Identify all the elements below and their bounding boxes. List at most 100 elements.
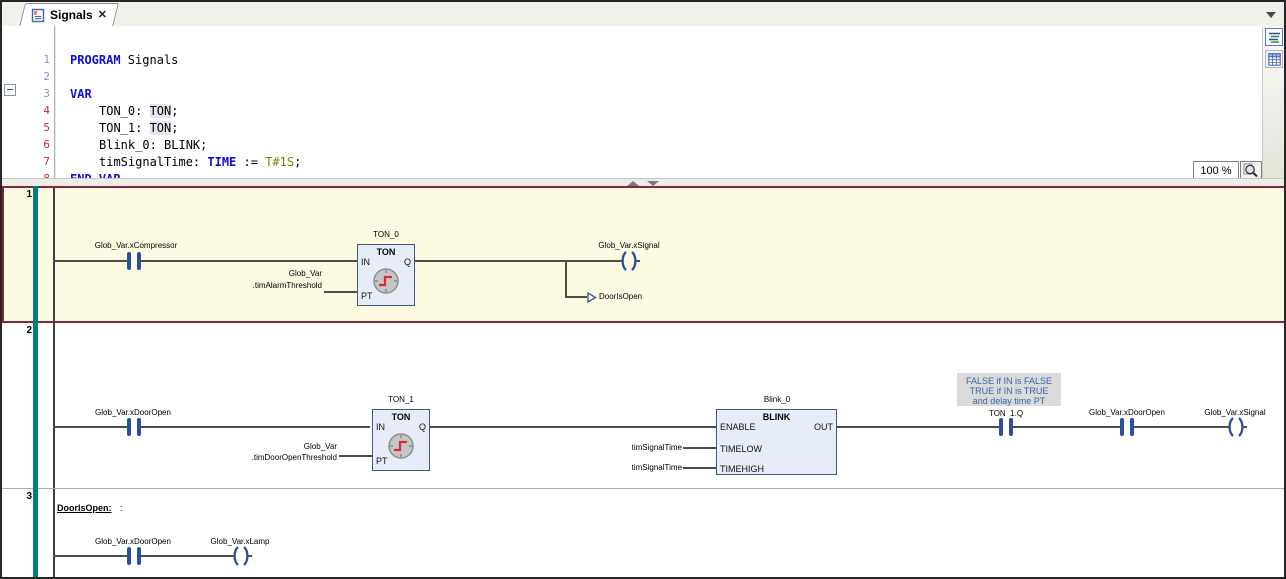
network-3[interactable]: 3 DoorIsOpen: : Glob_Var.xDoorOpen Glob_… — [2, 489, 1284, 577]
block-type-label: TON — [358, 247, 414, 257]
coil-operand[interactable]: Glob_Var.xLamp — [165, 537, 315, 546]
pt-operand-line2[interactable]: .timDoorOpenThreshold — [187, 452, 337, 463]
jump-arrow-icon[interactable] — [587, 292, 597, 303]
pin-in: IN — [376, 422, 385, 432]
collapse-region-icon[interactable] — [4, 84, 16, 96]
blink-block[interactable]: BLINK ENABLE OUT TIMELOW TIMEHIGH — [716, 409, 837, 475]
network-1[interactable]: 1 Glob_Var.xCompressor TON_0 TON IN Q PT — [2, 186, 1284, 323]
coil[interactable] — [1225, 417, 1247, 437]
st-declaration-editor[interactable]: 1 2 3 4 5 6 7 8 PROGRAM Signals VAR TON_… — [2, 26, 1262, 178]
editor-side-toolbar — [1262, 26, 1285, 178]
pin-out: OUT — [814, 422, 833, 432]
tabular-view-button[interactable] — [1265, 50, 1283, 68]
code-line-6: Blink_0: BLINK; — [70, 138, 207, 152]
pou-program-icon — [30, 8, 45, 23]
tab-signals-content[interactable]: Signals ✕ — [26, 4, 107, 26]
contact-operand[interactable]: Glob_Var.xCompressor — [61, 241, 211, 250]
network-2[interactable]: 2 Glob_Var.xDoorOpen TON_1 TON IN Q PT — [2, 323, 1284, 489]
contact[interactable] — [994, 417, 1018, 437]
network-number: 3 — [18, 491, 32, 502]
code-line-5: TON_1: TON; — [70, 121, 179, 135]
wire-segment — [53, 555, 251, 557]
wire-segment — [428, 426, 716, 428]
block-type-label: TON — [373, 412, 429, 422]
ton-block[interactable]: TON IN Q PT — [372, 409, 430, 471]
tooltip-line: and delay time PT — [957, 396, 1061, 406]
text-view-icon — [1268, 31, 1281, 44]
pt-operand-line1[interactable]: Glob_Var — [187, 441, 337, 452]
power-rail — [53, 188, 55, 321]
line-number: 1 — [20, 53, 50, 66]
line-number: 7 — [20, 155, 50, 168]
pin-pt: PT — [376, 456, 388, 466]
wire-segment — [683, 447, 716, 449]
coil-operand[interactable]: Glob_Var.xSignal — [554, 241, 704, 250]
wire-segment — [324, 291, 357, 293]
network-number: 1 — [18, 189, 32, 200]
network-number: 2 — [18, 325, 32, 336]
pt-operand-line1[interactable]: Glob_Var — [172, 268, 322, 279]
pin-pt: PT — [361, 291, 373, 301]
coil[interactable] — [230, 546, 252, 566]
code-line-3: VAR — [70, 87, 92, 101]
table-view-icon — [1268, 53, 1281, 66]
timer-clock-icon — [387, 432, 415, 460]
tooltip: FALSE if IN is FALSE TRUE if IN is TRUE … — [957, 373, 1061, 406]
pin-q: Q — [404, 257, 411, 267]
code-line-4: TON_0: TON; — [70, 104, 179, 118]
jump-target-label[interactable]: DoorIsOpen — [599, 292, 642, 301]
code-line-1: PROGRAM Signals — [70, 53, 178, 67]
contact[interactable] — [122, 251, 146, 271]
contact[interactable] — [122, 546, 146, 566]
line-number: 6 — [20, 138, 50, 151]
textual-view-button[interactable] — [1265, 28, 1283, 46]
pt-operand-line2[interactable]: .timAlarmThreshold — [172, 280, 322, 291]
wire-segment — [837, 426, 1235, 428]
line-number: 3 — [20, 87, 50, 100]
pin-q: Q — [419, 422, 426, 432]
code-line-7: timSignalTime: TIME := T#1S; — [70, 155, 301, 169]
tab-close-icon[interactable]: ✕ — [98, 10, 107, 20]
wire-segment — [53, 426, 370, 428]
tooltip-line: TRUE if IN is TRUE — [957, 386, 1061, 396]
wire-segment — [565, 296, 587, 298]
power-rail — [53, 323, 55, 488]
wire-segment — [683, 467, 716, 469]
line-number-separator — [54, 26, 55, 178]
pin-in: IN — [361, 257, 370, 267]
timelow-operand[interactable]: timSignalTime — [532, 442, 682, 453]
block-instance-name[interactable]: TON_0 — [311, 230, 461, 239]
tab-title: Signals — [50, 8, 93, 22]
timer-clock-icon — [372, 267, 400, 295]
wire-segment — [415, 260, 620, 262]
block-instance-name[interactable]: Blink_0 — [702, 395, 852, 404]
network-jump-label[interactable]: DoorIsOpen: — [57, 503, 112, 513]
pin-timehigh: TIMEHIGH — [720, 464, 764, 474]
power-rail — [53, 489, 55, 577]
contact[interactable] — [1115, 417, 1139, 437]
contact-operand[interactable]: Glob_Var.xDoorOpen — [58, 408, 208, 417]
tab-list-dropdown-icon[interactable] — [1266, 12, 1276, 18]
network-margin-rail — [33, 186, 38, 577]
branch-wire — [565, 260, 567, 298]
tooltip-line: FALSE if IN is FALSE — [957, 376, 1061, 386]
line-number: 2 — [20, 70, 50, 83]
wire-segment — [53, 260, 357, 262]
pin-timelow: TIMELOW — [720, 444, 762, 454]
block-instance-name[interactable]: TON_1 — [326, 395, 476, 404]
codesys-editor-window: Signals ✕ 1 2 3 4 5 6 7 8 PROGRAM Signal… — [0, 0, 1286, 579]
line-number: 4 — [20, 104, 50, 117]
line-number: 5 — [20, 121, 50, 134]
magnifier-icon — [1243, 163, 1259, 179]
ladder-editor[interactable]: 1 Glob_Var.xCompressor TON_0 TON IN Q PT — [2, 186, 1284, 577]
wire-segment — [339, 455, 372, 457]
coil-operand[interactable]: Glob_Var.xSignal — [1160, 408, 1286, 417]
contact[interactable] — [122, 417, 146, 437]
block-type-label: BLINK — [717, 412, 836, 422]
timehigh-operand[interactable]: timSignalTime — [532, 462, 682, 473]
network-label-colon: : — [120, 503, 123, 513]
ton-block[interactable]: TON IN Q PT — [357, 244, 415, 306]
pin-enable: ENABLE — [720, 422, 756, 432]
tab-bar: Signals ✕ — [2, 2, 1284, 27]
coil[interactable] — [618, 251, 640, 271]
